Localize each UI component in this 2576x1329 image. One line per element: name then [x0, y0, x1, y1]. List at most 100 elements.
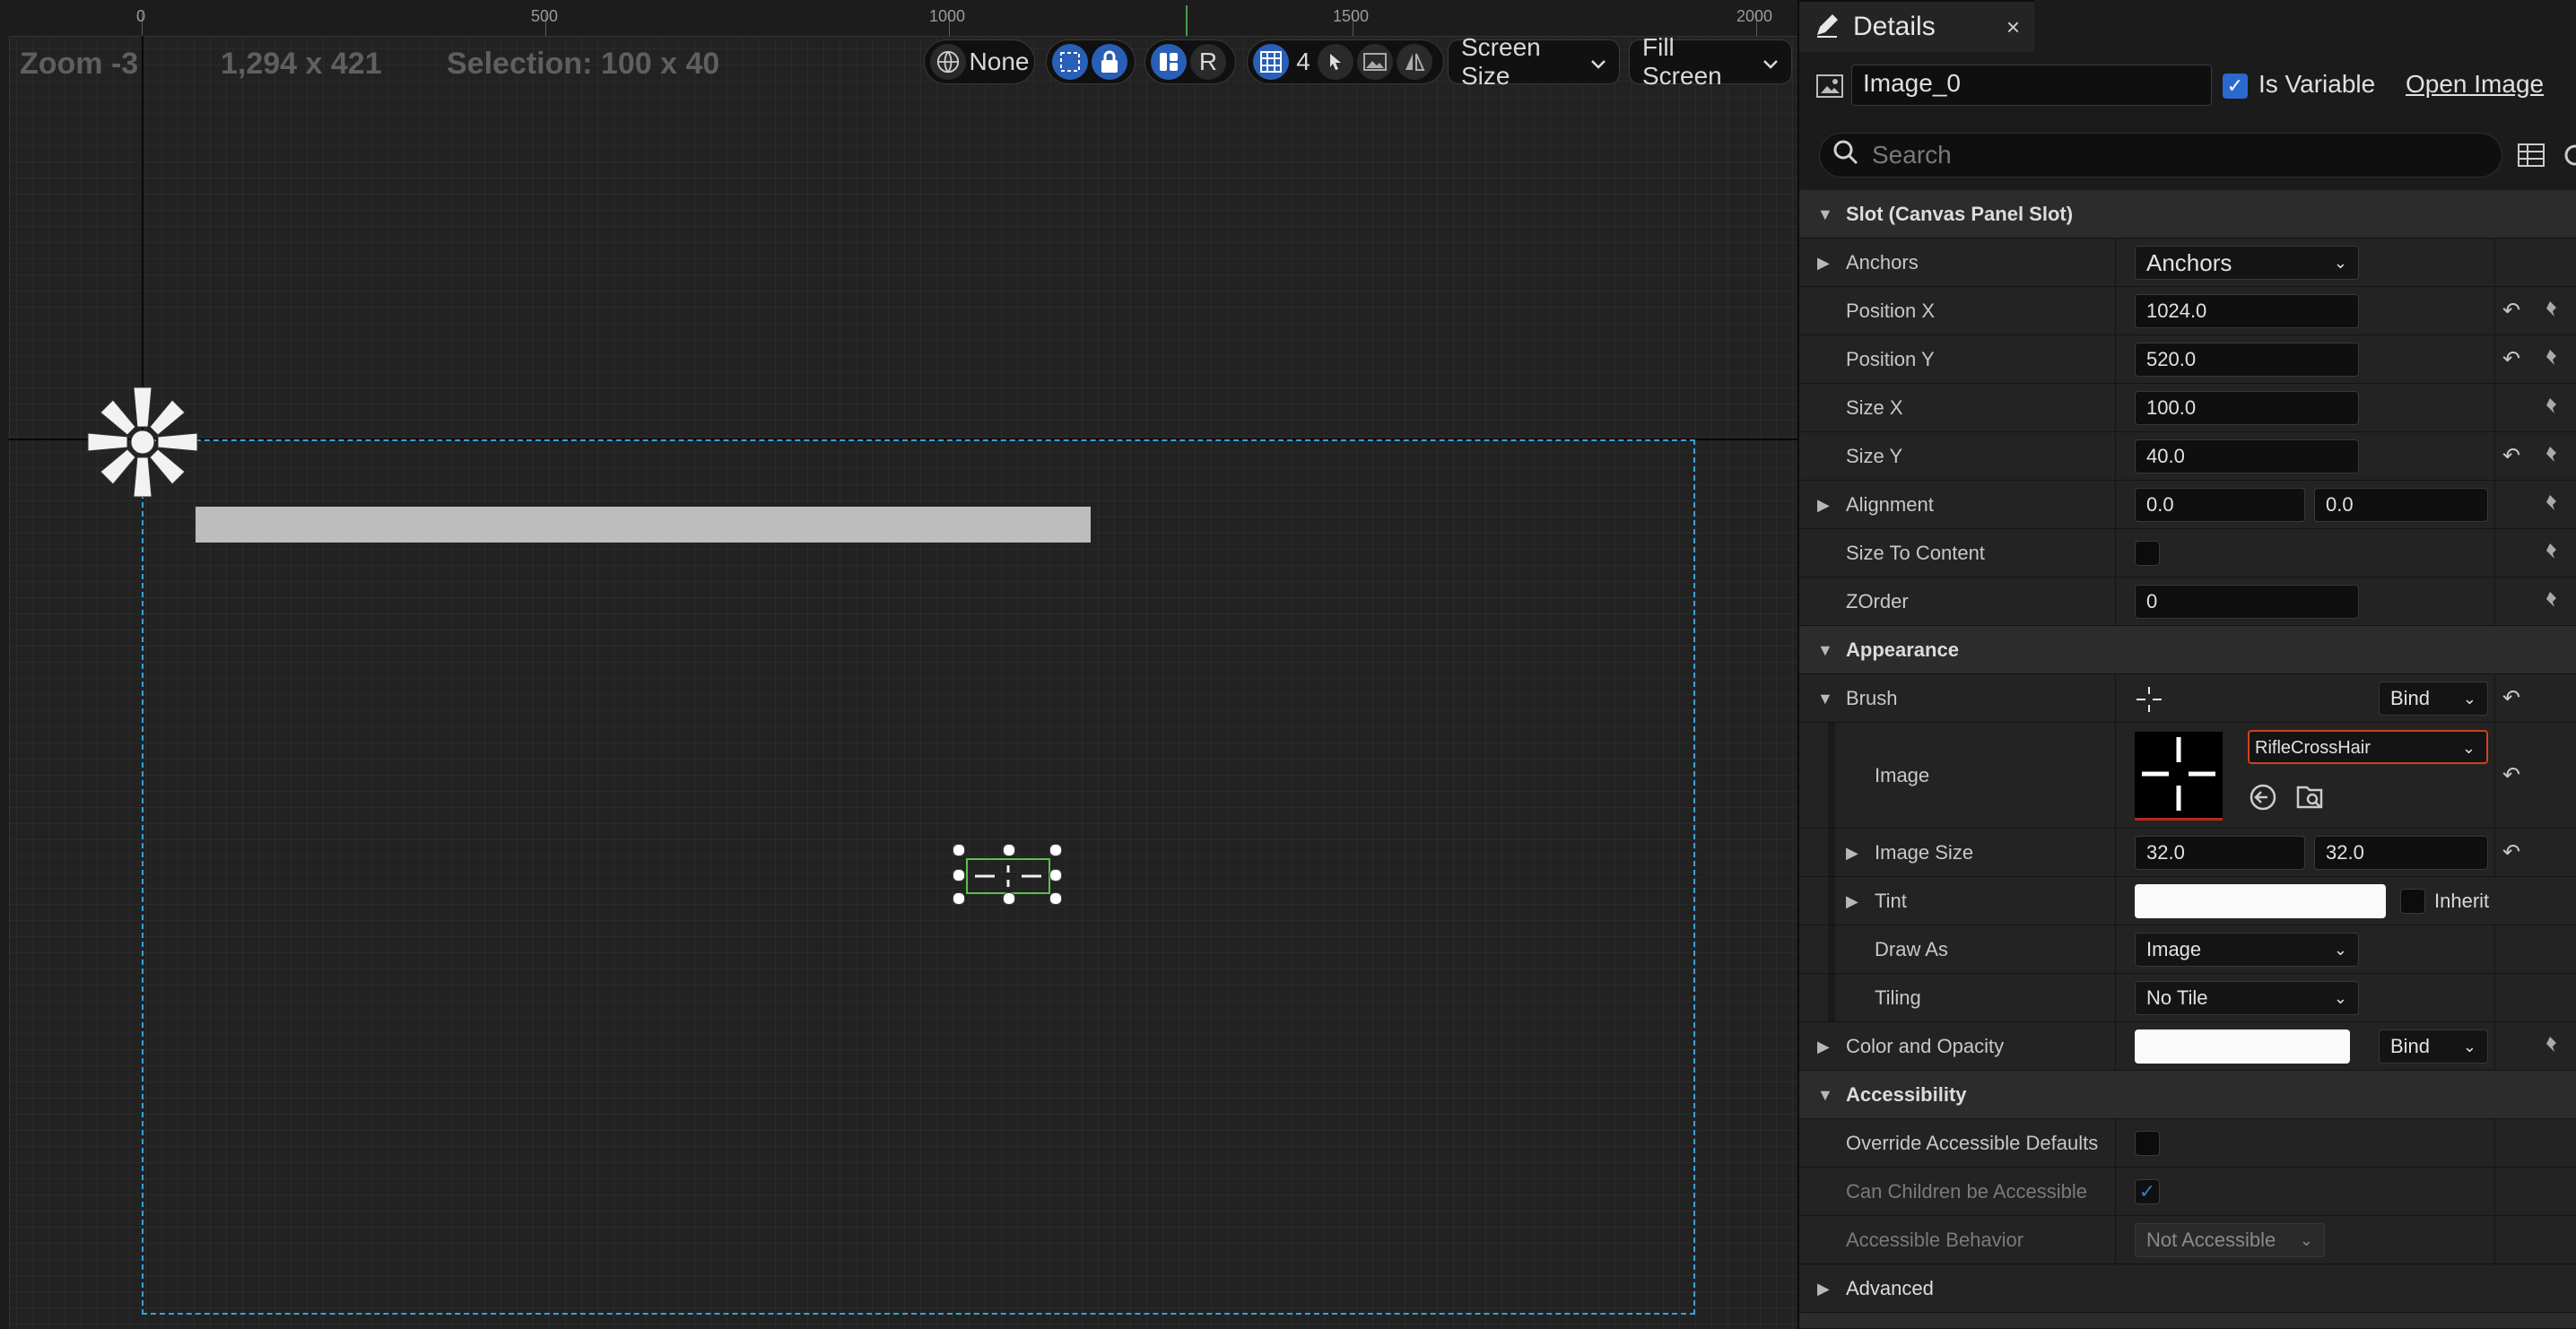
- keyframe-pin-icon[interactable]: [2540, 300, 2560, 319]
- prop-label: Tiling: [1875, 986, 1921, 1009]
- details-tab[interactable]: Details ×: [1799, 0, 2034, 52]
- prop-tiling: Tiling No Tile ⌄: [1799, 974, 2576, 1022]
- image-asset-dropdown[interactable]: RifleCrossHair ⌄: [2248, 730, 2488, 764]
- column-divider: [2494, 481, 2495, 528]
- chevron-down-icon: [1762, 48, 1779, 76]
- indent-guide: [1828, 829, 1835, 876]
- prop-color-opacity: ▶ Color and Opacity Bind ⌄: [1799, 1022, 2576, 1071]
- reset-icon[interactable]: ↶: [2502, 335, 2520, 384]
- collapsed-arrow-icon[interactable]: ▶: [1846, 877, 1858, 925]
- section-slot[interactable]: ▼ Slot (Canvas Panel Slot): [1799, 190, 2576, 239]
- flip-icon[interactable]: [1397, 44, 1432, 80]
- browse-asset-icon[interactable]: [2294, 782, 2325, 817]
- inherit-checkbox[interactable]: [2400, 889, 2425, 914]
- reset-icon[interactable]: ↶: [2502, 674, 2520, 723]
- reset-icon[interactable]: ↶: [2502, 723, 2520, 829]
- progress-bar-widget[interactable]: [196, 507, 1091, 543]
- r-toggle-button[interactable]: R: [1190, 44, 1226, 80]
- prop-brush: ▼ Brush Bind ⌄ ↶: [1799, 674, 2576, 723]
- crosshair-image-widget[interactable]: [966, 858, 1050, 894]
- marquee-select-button[interactable]: [1052, 44, 1088, 80]
- resize-handle[interactable]: [1003, 892, 1015, 905]
- zorder-input[interactable]: 0: [2135, 585, 2359, 619]
- dropdown-value: Image: [2146, 938, 2202, 960]
- anchor-flower-icon[interactable]: [84, 384, 201, 500]
- settings-gear-icon[interactable]: [2562, 142, 2576, 173]
- size-to-content-checkbox[interactable]: [2135, 541, 2160, 566]
- size-x-input[interactable]: 100.0: [2135, 391, 2359, 425]
- collapsed-arrow-icon[interactable]: ▶: [1817, 239, 1830, 287]
- image-size-y-input[interactable]: 32.0: [2314, 836, 2488, 870]
- close-icon[interactable]: ×: [2006, 13, 2020, 41]
- keyframe-pin-icon[interactable]: [2540, 396, 2560, 416]
- widget-name-input[interactable]: Image_0: [1851, 65, 2212, 106]
- section-accessibility-label: Accessibility: [1846, 1083, 1967, 1106]
- collapsed-arrow-icon[interactable]: ▶: [1817, 1022, 1830, 1071]
- reset-icon[interactable]: ↶: [2502, 432, 2520, 481]
- section-advanced[interactable]: ▶ Advanced: [1799, 1264, 2576, 1313]
- section-accessibility[interactable]: ▼ Accessibility: [1799, 1071, 2576, 1119]
- use-selected-asset-icon[interactable]: [2248, 782, 2278, 817]
- designer-viewport[interactable]: 0 500 1000 1500 2000 Zoom -3 1,294 x 421…: [0, 0, 1797, 1329]
- alignment-y-input[interactable]: 0.0: [2314, 488, 2488, 522]
- image-size-x-input[interactable]: 32.0: [2135, 836, 2305, 870]
- keyframe-pin-icon[interactable]: [2540, 590, 2560, 610]
- keyframe-pin-icon[interactable]: [2540, 493, 2560, 513]
- collapsed-arrow-icon[interactable]: ▶: [1817, 481, 1830, 529]
- resize-handle[interactable]: [953, 869, 965, 882]
- landscape-icon[interactable]: [1357, 44, 1393, 80]
- alignment-x-input[interactable]: 0.0: [2135, 488, 2305, 522]
- anchors-dropdown[interactable]: Anchors ⌄: [2135, 246, 2359, 280]
- resize-handle[interactable]: [953, 892, 965, 905]
- column-divider: [2494, 1119, 2495, 1167]
- localization-toggle[interactable]: None: [924, 39, 1035, 84]
- keyframe-pin-icon[interactable]: [2540, 445, 2560, 465]
- fill-screen-dropdown[interactable]: Fill Screen: [1629, 33, 1792, 90]
- override-accessible-checkbox[interactable]: [2135, 1131, 2160, 1156]
- column-divider: [2494, 239, 2495, 286]
- chevron-down-icon: ⌄: [2333, 941, 2347, 959]
- position-x-input[interactable]: 1024.0: [2135, 294, 2359, 328]
- brush-bind-dropdown[interactable]: Bind ⌄: [2379, 682, 2488, 716]
- table-view-icon[interactable]: [2517, 142, 2546, 173]
- cursor-icon[interactable]: [1318, 44, 1353, 80]
- tint-color-swatch[interactable]: [2135, 884, 2386, 918]
- grid-icon[interactable]: [1253, 44, 1289, 80]
- reset-icon[interactable]: ↶: [2502, 287, 2520, 335]
- resize-handle[interactable]: [1049, 892, 1062, 905]
- is-variable-checkbox[interactable]: ✓: [2223, 74, 2248, 99]
- image-thumbnail[interactable]: [2135, 732, 2223, 821]
- fill-screen-label: Fill Screen: [1642, 33, 1722, 90]
- canvas-panel-bounds[interactable]: [142, 439, 1695, 1315]
- keyframe-pin-icon[interactable]: [2540, 1035, 2560, 1055]
- keyframe-pin-icon[interactable]: [2540, 542, 2560, 561]
- prop-accessible-behavior: Accessible Behavior Not Accessible ⌄: [1799, 1216, 2576, 1264]
- reset-icon[interactable]: ↶: [2502, 829, 2520, 877]
- color-bind-dropdown[interactable]: Bind ⌄: [2379, 1029, 2488, 1064]
- prop-label: Image Size: [1875, 841, 1974, 864]
- color-opacity-swatch[interactable]: [2135, 1029, 2350, 1064]
- column-divider: [2115, 1119, 2116, 1167]
- tiling-dropdown[interactable]: No Tile ⌄: [2135, 981, 2359, 1015]
- grid-snap-value[interactable]: 4: [1292, 44, 1314, 80]
- screen-size-dropdown[interactable]: Screen Size: [1448, 33, 1620, 90]
- draw-as-dropdown[interactable]: Image ⌄: [2135, 933, 2359, 967]
- collapsed-arrow-icon[interactable]: ▶: [1846, 829, 1858, 877]
- prop-label: Image: [1875, 764, 1930, 786]
- details-search-input[interactable]: Search: [1819, 133, 2502, 178]
- prop-label: Position X: [1846, 300, 1936, 322]
- resize-handle[interactable]: [1049, 869, 1062, 882]
- resize-handle[interactable]: [1049, 844, 1062, 856]
- prop-size-y: Size Y 40.0 ↶: [1799, 432, 2576, 481]
- resize-handle[interactable]: [953, 844, 965, 856]
- column-divider: [2115, 723, 2116, 828]
- keyframe-pin-icon[interactable]: [2540, 348, 2560, 368]
- size-y-input[interactable]: 40.0: [2135, 439, 2359, 473]
- lock-icon[interactable]: [1092, 44, 1127, 80]
- open-image-link[interactable]: Open Image: [2406, 70, 2544, 99]
- expanded-arrow-icon[interactable]: ▼: [1817, 674, 1833, 723]
- layout-icon[interactable]: [1151, 44, 1187, 80]
- section-appearance[interactable]: ▼ Appearance: [1799, 626, 2576, 674]
- position-y-input[interactable]: 520.0: [2135, 343, 2359, 377]
- resize-handle[interactable]: [1003, 844, 1015, 856]
